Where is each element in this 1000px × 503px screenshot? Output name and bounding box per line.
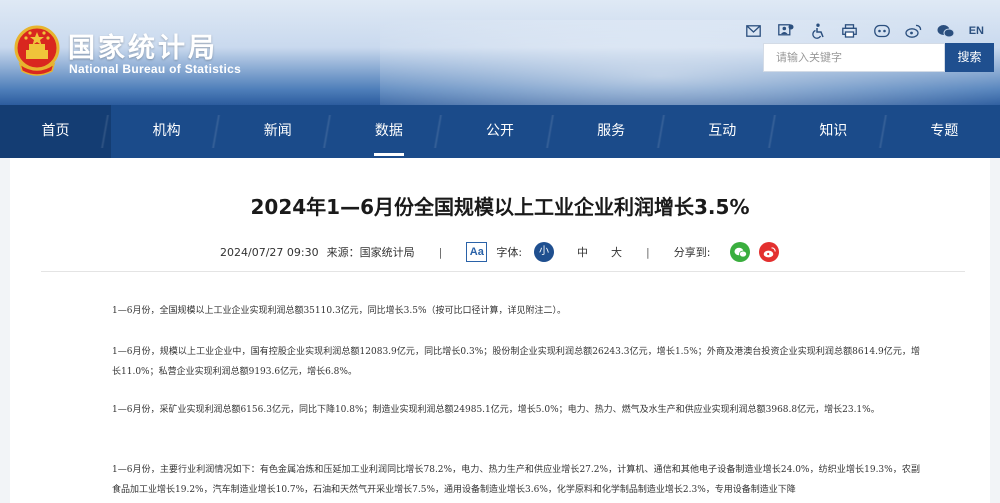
site-header: 国家统计局 National Bureau of Statistics EN 请…: [0, 0, 1000, 105]
font-label: 字体:: [496, 246, 523, 259]
article-title: 2024年1—6月份全国规模以上工业企业利润增长3.5%: [250, 195, 750, 219]
share-wechat-icon[interactable]: [730, 242, 751, 262]
title-divider: [41, 271, 965, 272]
main-nav: 首页 机构 新闻 数据 公开 服务 互动 知识 专题: [0, 105, 1000, 158]
app-icon[interactable]: [873, 23, 891, 39]
meta-separator: |: [438, 245, 443, 259]
article-paragraph-2: 1—6月份，规模以上工业企业中，国有控股企业实现利润总额12083.9亿元，同比…: [112, 347, 920, 377]
national-emblem-icon[interactable]: [14, 24, 60, 76]
nav-item-home[interactable]: 首页: [0, 105, 112, 158]
language-switch-en[interactable]: EN: [969, 25, 984, 37]
search-button[interactable]: 搜索: [945, 43, 994, 72]
user-icon[interactable]: [777, 23, 795, 39]
accessibility-icon[interactable]: [809, 23, 827, 39]
article-paragraph-3: 1—6月份，采矿业实现利润总额6156.3亿元，同比下降10.8%；制造业实现利…: [112, 405, 880, 415]
nav-item-news[interactable]: 新闻: [222, 105, 334, 158]
nav-item-knowledge[interactable]: 知识: [778, 105, 889, 158]
font-size-large-button[interactable]: 大: [611, 244, 622, 260]
nav-item-institutions[interactable]: 机构: [111, 105, 223, 158]
publish-date: 2024/07/27 09:30: [220, 245, 319, 259]
site-name-cn[interactable]: 国家统计局: [68, 26, 218, 65]
nav-item-topics[interactable]: 专题: [889, 105, 1000, 158]
article-container: 2024年1—6月份全国规模以上工业企业利润增长3.5% 2024/07/27 …: [10, 158, 990, 503]
meta-separator-2: |: [646, 245, 650, 259]
share-weibo-icon[interactable]: [759, 242, 780, 262]
nav-item-data[interactable]: 数据: [333, 105, 445, 158]
font-size-small-button[interactable]: 小: [534, 242, 555, 262]
article-meta: 2024/07/27 09:30 来源：国家统计局 | Aa 字体: 小 中 大…: [220, 240, 780, 264]
search-input[interactable]: 请输入关键字: [763, 43, 945, 72]
site-name-en[interactable]: National Bureau of Statistics: [69, 62, 241, 76]
article-source: 来源：国家统计局: [326, 246, 415, 259]
share-label: 分享到:: [673, 246, 711, 259]
font-size-icon: Aa: [466, 242, 488, 262]
nav-item-services[interactable]: 服务: [556, 105, 667, 158]
font-size-medium-button[interactable]: 中: [577, 244, 588, 260]
nav-item-disclosure[interactable]: 公开: [444, 105, 556, 158]
wechat-icon[interactable]: [937, 23, 955, 39]
weibo-icon[interactable]: [905, 23, 923, 39]
nav-item-interaction[interactable]: 互动: [667, 105, 778, 158]
article-paragraph-4: 1—6月份，主要行业利润情况如下：有色金属冶炼和压延加工业利润同比增长78.2%…: [112, 465, 920, 495]
header-tools: EN: [745, 22, 984, 40]
mail-icon[interactable]: [745, 23, 763, 39]
print-icon[interactable]: [841, 23, 859, 39]
article-paragraph-1: 1—6月份，全国规模以上工业企业实现利润总额35110.3亿元，同比增长3.5%…: [112, 306, 567, 316]
